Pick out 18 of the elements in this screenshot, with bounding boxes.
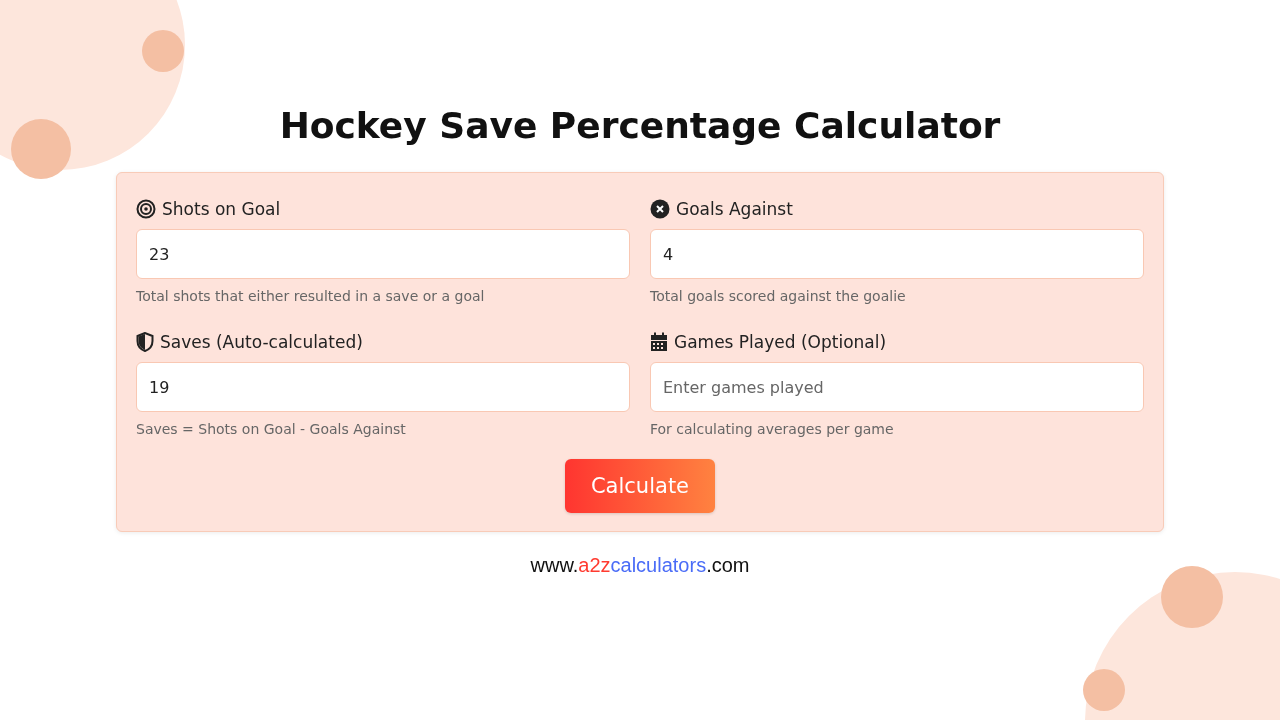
help-text: For calculating averages per game — [650, 421, 895, 439]
field-label: Saves (Auto-calculated) — [160, 332, 363, 352]
close-circle-icon — [650, 199, 670, 219]
shield-icon — [136, 332, 154, 352]
field-label: Shots on Goal — [162, 199, 281, 219]
page-title: Hockey Save Percentage Calculator — [279, 104, 1001, 148]
field-label: Games Played (Optional) — [674, 332, 887, 352]
target-icon — [136, 199, 156, 219]
help-text: Saves = Shots on Goal - Goals Against — [136, 421, 407, 439]
website-url: www.a2zcalculators.com — [530, 554, 750, 577]
input-field[interactable]: 23 — [136, 229, 630, 279]
input-field[interactable]: 4 — [650, 229, 1144, 279]
help-text: Total goals scored against the goalie — [650, 288, 907, 306]
calendar-icon — [650, 332, 668, 352]
input-field[interactable]: Enter games played — [650, 362, 1144, 412]
input-field[interactable]: 19 — [136, 362, 630, 412]
field-label: Goals Against — [676, 199, 793, 219]
help-text: Total shots that either resulted in a save or a goal — [136, 288, 486, 306]
